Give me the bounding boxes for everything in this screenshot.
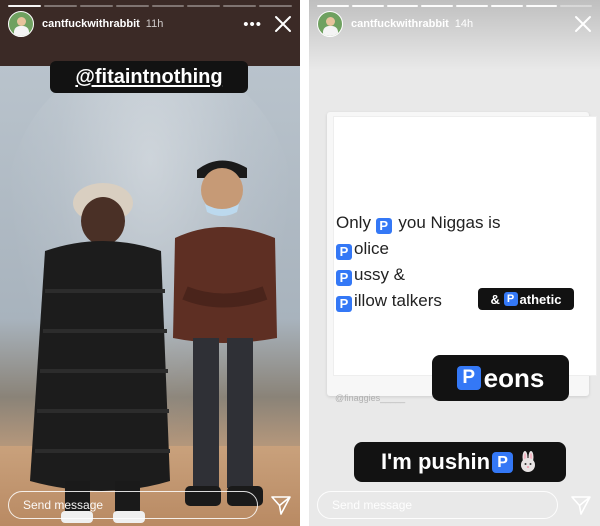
tweet-line-2: Police <box>336 239 389 260</box>
progress-segment <box>490 5 523 7</box>
progress-segment <box>456 5 488 7</box>
watermark-text: @finaggies_____ <box>335 393 406 403</box>
close-icon[interactable] <box>574 15 592 33</box>
progress-segment <box>8 5 41 7</box>
story-header: cantfuckwithrabbit 11h ••• <box>8 10 292 38</box>
progress-segment <box>223 5 257 7</box>
story-progress <box>317 5 592 7</box>
progress-segment <box>259 5 292 7</box>
story-left: cantfuckwithrabbit 11h ••• @fitaintnothi… <box>0 0 300 526</box>
close-icon[interactable] <box>274 15 292 33</box>
more-icon[interactable]: ••• <box>243 16 262 33</box>
story-footer <box>8 490 292 520</box>
send-message-input[interactable] <box>317 491 558 519</box>
peons-sticker[interactable]: Peons <box>432 355 569 401</box>
avatar[interactable] <box>8 11 34 37</box>
progress-segment <box>115 5 149 7</box>
mention-sticker[interactable]: @fitaintnothing <box>50 61 248 93</box>
rabbit-icon <box>521 451 536 472</box>
person-in-sweater <box>173 160 277 506</box>
story-photo <box>0 66 300 526</box>
progress-segment <box>525 5 558 7</box>
avatar[interactable] <box>317 11 343 37</box>
story-header: cantfuckwithrabbit 14h <box>317 10 592 38</box>
progress-segment <box>187 5 221 7</box>
progress-segment <box>79 5 113 7</box>
progress-segment <box>386 5 419 7</box>
progress-segment <box>317 5 349 7</box>
person-in-puffer-coat <box>30 183 170 523</box>
username[interactable]: cantfuckwithrabbit <box>42 18 140 30</box>
pushin-sticker[interactable]: I'm pushin P <box>354 442 566 482</box>
username[interactable]: cantfuckwithrabbit <box>351 18 449 30</box>
progress-segment <box>43 5 77 7</box>
tweet-line-1: Only P you Niggas is <box>336 213 501 234</box>
post-time: 14h <box>454 18 474 30</box>
send-message-input[interactable] <box>8 491 258 519</box>
progress-segment <box>421 5 453 7</box>
tweet-line-4: Pillow talkers <box>336 291 442 312</box>
story-progress <box>8 5 292 7</box>
pathetic-sticker[interactable]: & Pathetic <box>478 288 574 310</box>
send-icon[interactable] <box>570 494 592 516</box>
progress-segment <box>560 5 592 7</box>
progress-segment <box>151 5 185 7</box>
story-footer <box>317 490 592 520</box>
post-time: 11h <box>145 18 164 30</box>
tweet-line-3: Pussy & <box>336 265 405 286</box>
send-icon[interactable] <box>270 494 292 516</box>
progress-segment <box>351 5 384 7</box>
